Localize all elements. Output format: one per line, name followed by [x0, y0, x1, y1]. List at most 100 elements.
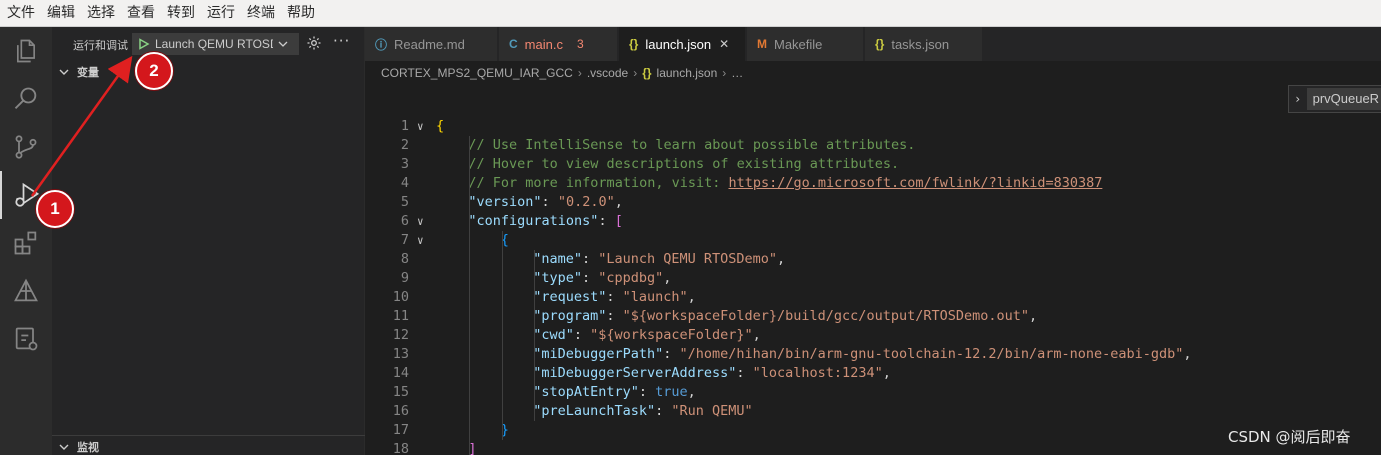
source-control-icon[interactable]	[0, 123, 52, 171]
fold-chevron-icon[interactable]: ∨	[417, 117, 431, 136]
code-token: "Run QEMU"	[671, 403, 753, 419]
fold-chevron-icon[interactable]: ∨	[417, 231, 431, 250]
start-debugging-button[interactable]	[133, 34, 155, 54]
menu-item[interactable]: 运行	[207, 0, 235, 27]
code-token: ,	[752, 327, 761, 343]
play-icon	[139, 38, 150, 50]
file-type-icon: {}	[629, 37, 639, 51]
line-number: 6	[400, 213, 409, 229]
fold-chevron-icon[interactable]: ∨	[417, 212, 431, 231]
line-number: 14	[392, 365, 409, 381]
file-type-icon: ⓘ	[375, 37, 388, 52]
extensions-icon[interactable]	[0, 219, 52, 267]
code-text: "name": "Launch QEMU RTOSDemo",	[533, 250, 785, 269]
line-number: 9	[400, 270, 409, 286]
code-editor[interactable]: 1 ∨ {2 // Use IntelliSense to learn about p…	[365, 115, 1381, 455]
menu-item[interactable]: 选择	[87, 0, 115, 27]
gear-icon[interactable]	[306, 35, 322, 55]
code-line[interactable]: 1 ∨ {	[365, 117, 1381, 136]
code-line[interactable]: 2 // Use IntelliSense to learn about poss…	[365, 136, 1381, 155]
line-number: 2	[400, 137, 409, 153]
launch-config-label: Launch QEMU RTOSDemo	[155, 37, 273, 51]
code-token: "program"	[533, 308, 607, 324]
code-token: "stopAtEntry"	[533, 384, 639, 400]
menu-item[interactable]: 文件	[7, 0, 35, 27]
menu-item[interactable]: 查看	[127, 0, 155, 27]
tab-launch-json[interactable]: {} launch.json ✕	[619, 27, 746, 61]
code-token: "launch"	[622, 289, 688, 305]
variables-section-header[interactable]: 变量	[52, 61, 365, 83]
breadcrumb-item[interactable]: …	[731, 66, 743, 80]
annotation-badge-1: 1	[36, 190, 74, 228]
menu-item[interactable]: 转到	[167, 0, 195, 27]
line-number: 11	[392, 308, 409, 324]
code-token: "name"	[533, 251, 582, 267]
chevron-right-icon: ›	[633, 66, 638, 80]
code-text: // Use IntelliSense to learn about possi…	[468, 136, 915, 155]
code-token: ,	[663, 270, 672, 286]
code-line[interactable]: 3 // Hover to view descriptions of existi…	[365, 155, 1381, 174]
code-line[interactable]: 5 "version": "0.2.0",	[365, 193, 1381, 212]
code-token: "0.2.0"	[557, 194, 615, 210]
code-line[interactable]: 11 "program": "${workspaceFolder}/build/g…	[365, 307, 1381, 326]
code-token: "miDebuggerServerAddress"	[533, 365, 737, 381]
code-token: "request"	[533, 289, 607, 305]
sticky-widget[interactable]: › prvQueueR	[1288, 85, 1381, 113]
code-token: "cwd"	[533, 327, 574, 343]
tab-tasks-json[interactable]: {} tasks.json	[865, 27, 983, 61]
line-number: 8	[400, 251, 409, 267]
code-token: "/home/hihan/bin/arm-gnu-toolchain-12.2/…	[679, 346, 1184, 362]
search-icon[interactable]	[0, 75, 52, 123]
code-token: :	[606, 289, 623, 305]
tab-main-c[interactable]: Cmain.c 3	[499, 27, 618, 61]
code-token: {	[436, 118, 445, 134]
code-line[interactable]: 15 "stopAtEntry": true,	[365, 383, 1381, 402]
watch-section-title: 监视	[77, 440, 99, 454]
code-text: "cwd": "${workspaceFolder}",	[533, 326, 761, 345]
code-token: ,	[614, 194, 623, 210]
code-token: :	[655, 403, 672, 419]
problem-count-badge: 3	[576, 37, 584, 51]
code-token: ,	[777, 251, 786, 267]
menu-item[interactable]: 终端	[247, 0, 275, 27]
indent-guide	[501, 231, 503, 440]
code-line[interactable]: 7 ∨{	[365, 231, 1381, 250]
tab-label: tasks.json	[891, 36, 950, 52]
line-number: 7	[400, 232, 409, 248]
menu-item[interactable]: 编辑	[47, 0, 75, 27]
code-line[interactable]: 16 "preLaunchTask": "Run QEMU"	[365, 402, 1381, 421]
remote-explorer-icon[interactable]	[0, 267, 52, 315]
code-line[interactable]: 12 "cwd": "${workspaceFolder}",	[365, 326, 1381, 345]
code-line[interactable]: 13 "miDebuggerPath": "/home/hihan/bin/arm…	[365, 345, 1381, 364]
code-line[interactable]: 14 "miDebuggerServerAddress": "localhost:…	[365, 364, 1381, 383]
explorer-icon[interactable]	[0, 27, 52, 75]
sticky-input[interactable]: prvQueueR	[1306, 88, 1381, 110]
breadcrumb-item[interactable]: launch.json	[657, 66, 718, 80]
watch-section-header[interactable]: 监视	[52, 435, 365, 455]
code-token: "cppdbg"	[598, 270, 664, 286]
code-token: :	[541, 194, 558, 210]
code-token: :	[663, 346, 680, 362]
menu-item[interactable]: 帮助	[287, 0, 315, 27]
more-actions-icon[interactable]: ···	[333, 32, 350, 50]
code-line[interactable]: 6 ∨ "configurations": [	[365, 212, 1381, 231]
file-type-icon: M	[757, 37, 767, 51]
chevron-down-icon	[59, 444, 69, 450]
breadcrumb-item[interactable]: CORTEX_MPS2_QEMU_IAR_GCC	[381, 66, 573, 80]
chevron-down-icon	[277, 35, 289, 54]
code-line[interactable]: 10 "request": "launch",	[365, 288, 1381, 307]
tab-makefile[interactable]: M Makefile	[747, 27, 864, 61]
line-number: 3	[400, 156, 409, 172]
breadcrumb-item[interactable]: .vscode	[587, 66, 628, 80]
line-number: 1	[400, 118, 409, 134]
close-icon[interactable]: ✕	[719, 37, 729, 51]
cmake-icon[interactable]	[0, 315, 52, 363]
code-token: :	[606, 308, 623, 324]
chevron-right-icon[interactable]: ›	[1289, 92, 1307, 106]
code-token: // For more information, visit:	[468, 175, 729, 191]
code-line[interactable]: 9 "type": "cppdbg",	[365, 269, 1381, 288]
code-line[interactable]: 8 "name": "Launch QEMU RTOSDemo",	[365, 250, 1381, 269]
code-line[interactable]: 4 // For more information, visit: https:/…	[365, 174, 1381, 193]
tab-readme-md[interactable]: ⓘ Readme.md	[365, 27, 498, 61]
code-link[interactable]: https://go.microsoft.com/fwlink/?linkid=…	[728, 175, 1102, 191]
